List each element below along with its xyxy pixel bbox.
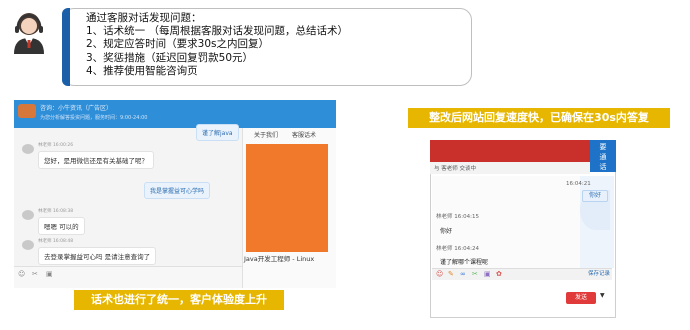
summary-card-accent (62, 8, 70, 86)
call-badge-char: 要 (599, 143, 607, 151)
link-icon[interactable]: ∞ (460, 270, 466, 278)
agent-avatar (22, 210, 34, 220)
right-chat-header (430, 140, 616, 162)
agent-avatar (22, 144, 34, 154)
chat-message: 你好 (440, 228, 453, 235)
chat-logo-icon (18, 104, 36, 118)
send-button[interactable]: 发送 (566, 292, 596, 304)
pen-icon[interactable]: ✎ (448, 270, 454, 278)
chat-bubble-right: 我是掌握益可心学吗 (144, 182, 211, 199)
save-record-link[interactable]: 保存记录 (588, 269, 610, 277)
image-icon[interactable]: ▣ (484, 270, 491, 278)
message-meta: 林老师 16:04:24 (436, 246, 479, 252)
right-chat-subbar: 与 客老师 交谈中 (430, 162, 590, 174)
message-meta: 16:04:21 (566, 181, 591, 187)
summary-line: 3、奖惩措施（延迟回复罚款50元） (86, 51, 254, 64)
agent-avatar (22, 240, 34, 250)
summary-text: 通过客服对话发现问题： 1、话术统一 （每周根据客服对话发现问题，总结话术） 2… (86, 12, 348, 78)
customer-service-icon (10, 10, 48, 54)
left-banner: 话术也进行了统一，客户体验度上升 (74, 290, 284, 310)
left-chat-header-title: 咨询：小牛资讯（广告区） (40, 105, 113, 112)
message-meta: 林老师 16:08:48 (38, 239, 74, 244)
right-banner: 整改后网站回复速度快，已确保在30s内答复 (408, 108, 670, 128)
rate-icon[interactable]: ✿ (496, 270, 502, 278)
call-badge[interactable]: 要 通 话 (590, 140, 616, 172)
chat-bubble: 嗯嗯 可以的 (38, 217, 85, 235)
message-meta: 林老师 16:04:15 (436, 214, 479, 220)
summary-line: 1、话术统一 （每周根据客服对话发现问题，总结话术） (86, 25, 349, 38)
promo-image (246, 144, 328, 252)
right-chat-toolbar: ☺ ✎ ∞ ✂ ▣ ✿ (432, 268, 612, 280)
emoji-icon[interactable]: ☺ (436, 270, 443, 278)
chat-bubble-right: 你好 (582, 190, 608, 202)
chat-bubble: 去登录掌握益可心吗 是请注意查询了 (38, 247, 157, 265)
emoji-icon[interactable]: ☺ (18, 270, 25, 278)
chat-message: 谨了解哪个课程呢 (440, 259, 489, 266)
promo-caption: Java开发工程师 - Linux (244, 255, 315, 263)
call-badge-char: 通 (599, 153, 607, 161)
tab-about[interactable]: 关于我们 (254, 130, 278, 139)
summary-line: 通过客服对话发现问题： (86, 12, 202, 24)
call-badge-char: 话 (599, 163, 607, 171)
left-chat-header-subtitle: 为您分析解答投资问题，服务时间：9:00-24:00 (40, 115, 148, 121)
tab-scripts[interactable]: 客服话术 (292, 130, 316, 139)
message-meta: 林老师 16:00:26 (38, 143, 74, 148)
send-options-icon[interactable]: ▼ (600, 292, 605, 299)
scissors-icon[interactable]: ✂ (472, 270, 478, 278)
image-icon[interactable]: ▣ (46, 270, 53, 278)
summary-line: 2、规定应答时间（要求30s之内回复） (86, 38, 270, 51)
message-meta: 林老师 16:08:38 (38, 209, 74, 214)
scissors-icon[interactable]: ✂ (32, 270, 38, 278)
summary-line: 4、推荐使用智能咨询页 (86, 64, 198, 77)
chat-bubble: 您好，是用微信还是有关基础了呢？ (38, 151, 154, 169)
left-chat-toolbar: ☺ ✂ ▣ (14, 266, 242, 288)
chat-bubble-right: 谨了解java (196, 124, 239, 141)
